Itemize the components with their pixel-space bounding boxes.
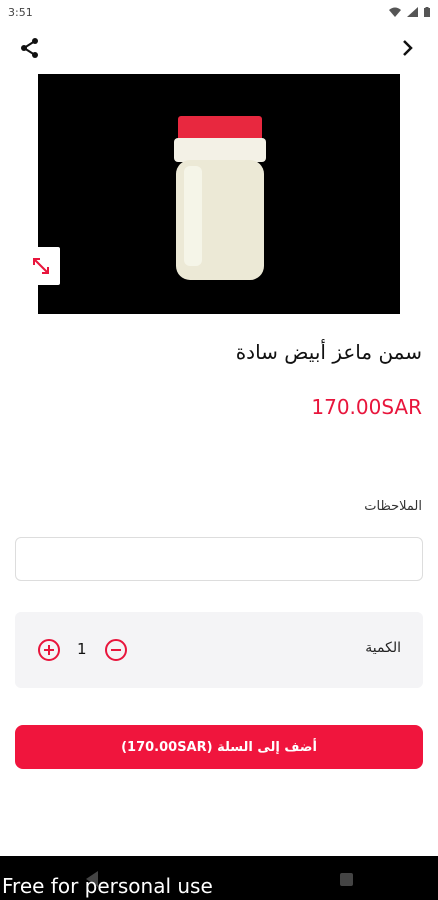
ghee-jar-image bbox=[174, 116, 266, 280]
expand-image-button[interactable] bbox=[22, 247, 60, 285]
wifi-icon bbox=[389, 7, 401, 17]
chevron-right-icon[interactable] bbox=[396, 36, 420, 60]
notes-label: الملاحظات bbox=[364, 499, 422, 514]
status-bar: 3:51 bbox=[0, 0, 438, 24]
signal-icon bbox=[407, 7, 418, 17]
plus-icon[interactable] bbox=[37, 638, 61, 662]
status-icons bbox=[389, 7, 430, 17]
product-image bbox=[38, 74, 400, 314]
product-price: 170.00SAR bbox=[311, 395, 422, 419]
expand-icon bbox=[33, 258, 49, 274]
quantity-label: الكمية bbox=[365, 640, 401, 656]
watermark: Free for personal use bbox=[2, 874, 213, 898]
add-to-cart-button[interactable]: أضف إلى السلة (170.00SAR) bbox=[15, 725, 423, 769]
battery-icon bbox=[424, 7, 430, 17]
quantity-value: 1 bbox=[77, 640, 87, 658]
notes-input[interactable] bbox=[15, 537, 423, 581]
quantity-panel: الكمية 1 bbox=[15, 612, 423, 688]
minus-icon[interactable] bbox=[104, 638, 128, 662]
share-icon[interactable] bbox=[18, 36, 42, 60]
product-title: سمن ماعز أبيض سادة bbox=[235, 340, 422, 364]
toolbar bbox=[0, 28, 438, 68]
nav-recents-icon[interactable] bbox=[340, 873, 353, 886]
status-time: 3:51 bbox=[8, 5, 33, 19]
